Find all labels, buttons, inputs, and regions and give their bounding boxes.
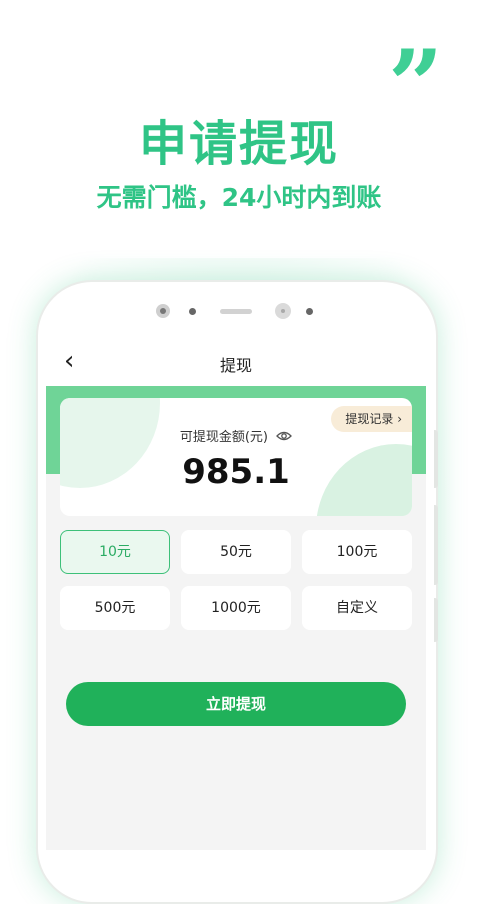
phone-sensor-icon xyxy=(189,308,196,315)
promo-headline: 申请提现 xyxy=(138,116,339,172)
amount-option-10[interactable]: 10元 xyxy=(60,530,170,574)
balance-label: 可提现金额(元) xyxy=(179,430,268,445)
phone-camera-lens-icon xyxy=(160,308,166,314)
phone-front-sensor-core-icon xyxy=(281,309,285,313)
phone-speaker-icon xyxy=(220,309,252,314)
amount-option-50[interactable]: 50元 xyxy=(181,530,291,574)
app-bar: ‹ 提现 xyxy=(46,338,426,386)
phone-proximity-icon xyxy=(306,308,313,315)
balance-card: 提现记录 › 可提现金额(元) 985.1 xyxy=(60,398,412,516)
promo-subline: 无需门槛，24小时内到账 xyxy=(96,183,382,212)
phone-volume-up-button xyxy=(434,430,438,488)
amount-option-500[interactable]: 500元 xyxy=(60,586,170,630)
balance-amount: 985.1 xyxy=(182,452,290,492)
app-screen: ‹ 提现 提现记录 › 可提现金额(元) 985.1 10元 50元 100元 … xyxy=(46,338,426,850)
amount-option-custom[interactable]: 自定义 xyxy=(302,586,412,630)
phone-volume-down-button xyxy=(434,505,438,585)
amount-option-100[interactable]: 100元 xyxy=(302,530,412,574)
page-title: 提现 xyxy=(219,356,252,375)
eye-icon[interactable] xyxy=(276,430,293,442)
phone-power-button xyxy=(434,598,438,642)
amount-option-1000[interactable]: 1000元 xyxy=(181,586,291,630)
balance-label-row: 可提现金额(元) xyxy=(60,426,412,445)
withdraw-submit-button[interactable]: 立即提现 xyxy=(66,682,406,726)
